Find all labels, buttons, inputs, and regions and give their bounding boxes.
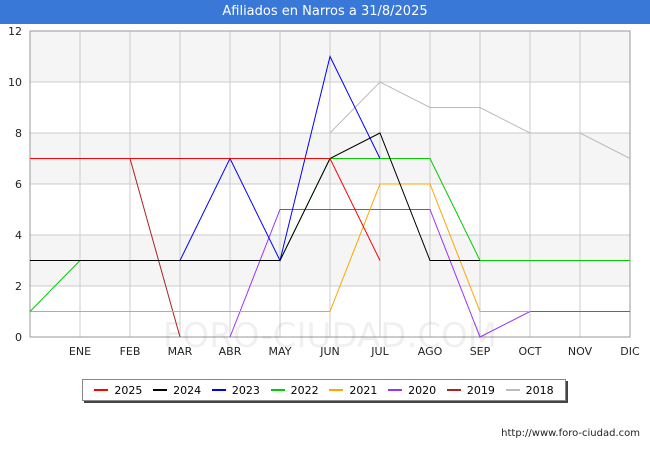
- x-tick-label: NOV: [568, 345, 593, 358]
- line-chart: 024681012ENE FEB MAR ABR MAY JUN JUL AGO SEP OCT N…: [8, 25, 640, 358]
- y-tick-label: 12: [8, 25, 22, 38]
- legend-swatch: [388, 389, 403, 391]
- legend-label: 2021: [349, 383, 378, 397]
- chart-title: Afiliados en Narros a 31/8/2025: [0, 0, 650, 24]
- legend-item-2025: 2025: [94, 384, 142, 397]
- legend: 2025 2024 2023 2022 2021 2020 2019 2018: [82, 379, 566, 401]
- legend-label: 2023: [231, 383, 260, 397]
- y-tick-label: 10: [8, 76, 22, 89]
- legend-item-2023: 2023: [211, 383, 260, 397]
- y-tick-label: 4: [15, 229, 22, 242]
- legend-item-2024: 2024: [153, 384, 201, 397]
- x-tick-label: FEB: [120, 345, 141, 358]
- legend-item-2020: 2020: [388, 384, 436, 397]
- y-tick-label: 8: [15, 127, 22, 140]
- legend-label: 2025: [114, 383, 143, 397]
- x-tick-label: ENE: [69, 345, 91, 358]
- legend-swatch: [153, 389, 168, 391]
- legend-item-2018: 2018: [505, 383, 554, 397]
- legend-item-2022: 2022: [270, 383, 319, 397]
- watermark: FORO-CIUDAD.COM: [163, 316, 497, 356]
- x-tick-label: DIC: [620, 345, 640, 358]
- legend-label: 2019: [466, 383, 495, 397]
- y-tick-label: 0: [15, 331, 22, 344]
- footer-url[interactable]: http://www.foro-ciudad.com: [501, 428, 640, 439]
- legend-label: 2020: [408, 383, 437, 397]
- legend-swatch: [211, 389, 226, 391]
- legend-item-2019: 2019: [446, 383, 495, 397]
- legend-swatch: [329, 389, 344, 391]
- legend-swatch: [94, 389, 109, 391]
- legend-item-2021: 2021: [329, 384, 377, 397]
- legend-label: 2022: [290, 383, 319, 397]
- y-tick-label: 6: [15, 178, 22, 191]
- y-tick-label: 2: [15, 280, 22, 293]
- legend-label: 2018: [525, 383, 554, 397]
- legend-label: 2024: [173, 383, 202, 397]
- legend-swatch: [270, 389, 285, 391]
- legend-swatch: [446, 389, 461, 391]
- legend-swatch: [505, 389, 520, 391]
- x-tick-label: OCT: [518, 345, 541, 358]
